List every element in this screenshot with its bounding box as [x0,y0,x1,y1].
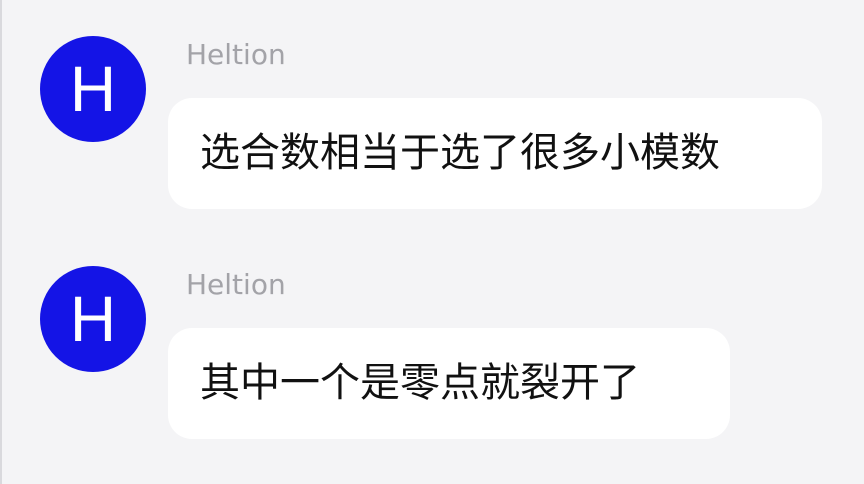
sender-name: Heltion [186,38,286,71]
avatar-letter: H [69,53,117,125]
message-text: 其中一个是零点就裂开了 [200,359,640,406]
message-bubble[interactable]: 其中一个是零点就裂开了 [168,328,730,439]
message-text: 选合数相当于选了很多小模数 [200,129,720,176]
chat-message-list: H Heltion 选合数相当于选了很多小模数 H Heltion 其中一个是零… [0,0,864,484]
sender-name: Heltion [186,268,286,301]
chat-message: H Heltion 其中一个是零点就裂开了 [0,230,864,439]
avatar[interactable]: H [40,266,146,372]
avatar[interactable]: H [40,36,146,142]
avatar-letter: H [69,283,117,355]
message-bubble[interactable]: 选合数相当于选了很多小模数 [168,98,822,209]
chat-message: H Heltion 选合数相当于选了很多小模数 [0,0,864,209]
